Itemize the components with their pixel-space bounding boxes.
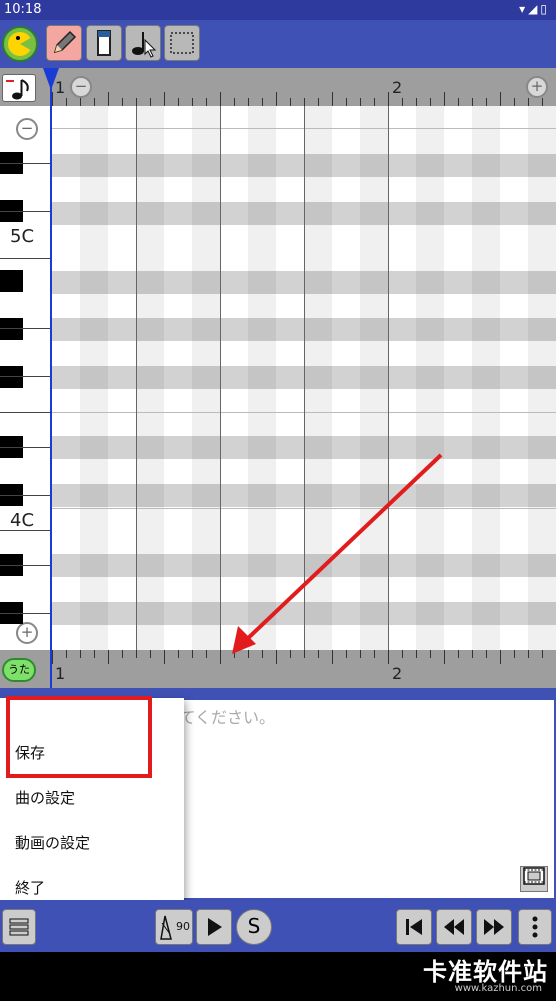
more-options-button[interactable] <box>518 909 552 945</box>
kebab-icon <box>532 916 538 938</box>
fast-forward-button[interactable] <box>476 909 512 945</box>
watermark: 卡准软件站 <box>423 958 548 986</box>
tempo-value: 90 <box>176 920 190 933</box>
metronome-icon <box>160 915 172 940</box>
play-icon <box>208 918 222 936</box>
solo-button[interactable]: S <box>236 909 272 945</box>
tempo-button[interactable]: 90 <box>155 909 193 945</box>
bottom-toolbar: 90 S <box>0 900 556 952</box>
menu-button[interactable] <box>2 909 36 945</box>
skip-start-icon <box>406 919 422 935</box>
rewind-icon <box>444 919 464 935</box>
fast-forward-icon <box>484 919 504 935</box>
watermark-url: www.kazhun.com <box>454 983 542 994</box>
annotation-arrow-icon <box>232 453 443 654</box>
play-button[interactable] <box>196 909 232 945</box>
rewind-button[interactable] <box>436 909 472 945</box>
hamburger-icon <box>9 918 29 936</box>
skip-to-start-button[interactable] <box>396 909 432 945</box>
